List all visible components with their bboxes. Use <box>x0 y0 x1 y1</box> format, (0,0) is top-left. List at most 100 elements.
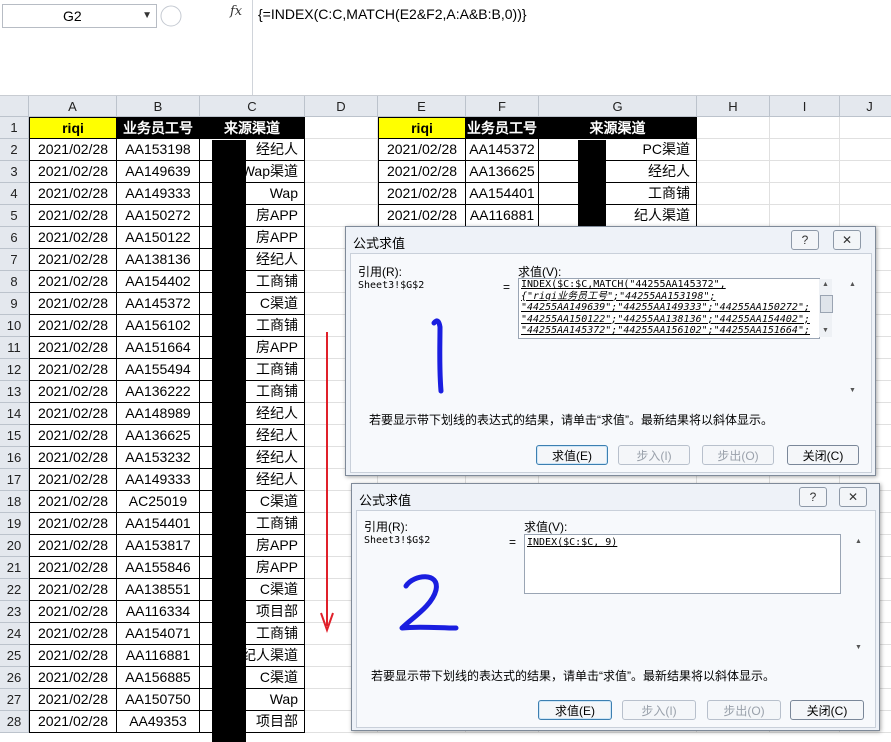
row-header[interactable]: 26 <box>0 667 29 689</box>
table-cell[interactable]: AA154401 <box>117 513 200 535</box>
table-cell[interactable]: 2021/02/28 <box>29 689 117 711</box>
table-cell[interactable]: 2021/02/28 <box>29 293 117 315</box>
table-cell[interactable]: 纪人渠道 <box>539 205 697 227</box>
row-header[interactable]: 25 <box>0 645 29 667</box>
row-header[interactable]: 21 <box>0 557 29 579</box>
grid-cell[interactable] <box>697 205 770 227</box>
table-cell[interactable]: 2021/02/28 <box>29 513 117 535</box>
row-header[interactable]: 6 <box>0 227 29 249</box>
column-header-a[interactable]: A <box>29 96 117 117</box>
row-header[interactable]: 18 <box>0 491 29 513</box>
table-cell[interactable]: 2021/02/28 <box>29 425 117 447</box>
table-cell[interactable]: AA136222 <box>117 381 200 403</box>
table-cell[interactable]: 2021/02/28 <box>378 183 466 205</box>
table-cell[interactable]: AC25019 <box>117 491 200 513</box>
table-cell[interactable]: AA153232 <box>117 447 200 469</box>
evaluate-button[interactable]: 求值(E) <box>536 445 608 465</box>
table-cell[interactable]: 2021/02/28 <box>378 161 466 183</box>
grid-cell[interactable] <box>770 117 840 139</box>
row-header[interactable]: 7 <box>0 249 29 271</box>
formula-bar-resize-handle[interactable] <box>160 5 228 27</box>
grid-cell[interactable] <box>770 161 840 183</box>
column-header-g[interactable]: G <box>539 96 697 117</box>
table-cell[interactable]: 2021/02/28 <box>29 447 117 469</box>
table-cell[interactable]: PC渠道 <box>539 139 697 161</box>
help-button[interactable]: ? <box>799 487 827 507</box>
table-cell[interactable]: 经纪人 <box>539 161 697 183</box>
evaluate-button[interactable]: 求值(E) <box>538 700 612 720</box>
grid-cell[interactable] <box>697 161 770 183</box>
name-box[interactable]: G2 ▼ <box>2 4 157 28</box>
grid-cell[interactable] <box>697 139 770 161</box>
table-cell[interactable]: AA153817 <box>117 535 200 557</box>
table-cell[interactable]: 2021/02/28 <box>29 403 117 425</box>
help-button[interactable]: ? <box>791 230 819 250</box>
table-cell[interactable]: AA151664 <box>117 337 200 359</box>
table-cell[interactable]: 2021/02/28 <box>378 205 466 227</box>
table-cell[interactable]: 2021/02/28 <box>29 579 117 601</box>
row-header[interactable]: 19 <box>0 513 29 535</box>
table-cell[interactable]: 2021/02/28 <box>29 271 117 293</box>
table-cell[interactable]: AA150122 <box>117 227 200 249</box>
step-in-button[interactable]: 步入(I) <box>622 700 696 720</box>
table-cell[interactable]: AA116334 <box>117 601 200 623</box>
grid-cell[interactable] <box>840 205 891 227</box>
table-cell[interactable]: AA145372 <box>117 293 200 315</box>
row-header[interactable]: 5 <box>0 205 29 227</box>
table-cell[interactable]: 2021/02/28 <box>29 491 117 513</box>
table-cell[interactable]: AA149639 <box>117 161 200 183</box>
table-cell[interactable]: AA136625 <box>117 425 200 447</box>
column-header-j[interactable]: J <box>840 96 891 117</box>
grid-cell[interactable] <box>840 161 891 183</box>
row-header[interactable]: 2 <box>0 139 29 161</box>
evaluation-box[interactable]: INDEX($C:$C, 9) <box>524 534 841 594</box>
row-header[interactable]: 17 <box>0 469 29 491</box>
table-cell[interactable]: 2021/02/28 <box>29 161 117 183</box>
table-cell[interactable]: 2021/02/28 <box>29 623 117 645</box>
grid-cell[interactable] <box>840 183 891 205</box>
row-header[interactable]: 3 <box>0 161 29 183</box>
table-cell[interactable]: 2021/02/28 <box>29 557 117 579</box>
grid-cell[interactable] <box>305 139 378 161</box>
row-header[interactable]: 9 <box>0 293 29 315</box>
table-cell[interactable]: 2021/02/28 <box>29 601 117 623</box>
dialog-scrollbar[interactable]: ▲ ▼ <box>846 279 859 397</box>
row-header[interactable]: 14 <box>0 403 29 425</box>
row-header[interactable]: 22 <box>0 579 29 601</box>
grid-cell[interactable] <box>305 205 378 227</box>
row-header[interactable]: 27 <box>0 689 29 711</box>
table-cell[interactable]: 2021/02/28 <box>29 315 117 337</box>
table-cell[interactable]: AA148989 <box>117 403 200 425</box>
step-in-button[interactable]: 步入(I) <box>618 445 690 465</box>
row-header[interactable]: 24 <box>0 623 29 645</box>
table-cell[interactable]: AA155846 <box>117 557 200 579</box>
table-cell[interactable]: AA136625 <box>466 161 539 183</box>
table-cell[interactable]: AA156885 <box>117 667 200 689</box>
row-header[interactable]: 8 <box>0 271 29 293</box>
dialog-scrollbar[interactable]: ▲ ▼ <box>852 536 865 654</box>
table-cell[interactable]: AA116881 <box>117 645 200 667</box>
table-cell[interactable]: AA155494 <box>117 359 200 381</box>
table-cell[interactable]: 2021/02/28 <box>29 359 117 381</box>
table-cell[interactable]: AA145372 <box>466 139 539 161</box>
table-cell[interactable]: 2021/02/28 <box>29 711 117 733</box>
row-header[interactable]: 1 <box>0 117 29 139</box>
row-header[interactable]: 28 <box>0 711 29 733</box>
table-cell[interactable]: 2021/02/28 <box>378 139 466 161</box>
table-cell[interactable]: AA154402 <box>117 271 200 293</box>
row-header[interactable]: 15 <box>0 425 29 447</box>
column-header-b[interactable]: B <box>117 96 200 117</box>
table-cell[interactable]: 工商铺 <box>539 183 697 205</box>
column-header-f[interactable]: F <box>466 96 539 117</box>
chevron-down-icon[interactable]: ▼ <box>142 5 152 27</box>
table-cell[interactable]: AA138136 <box>117 249 200 271</box>
row-header[interactable]: 16 <box>0 447 29 469</box>
table-cell[interactable]: 2021/02/28 <box>29 205 117 227</box>
column-header-d[interactable]: D <box>305 96 378 117</box>
table-header-cell[interactable]: 业务员工号 <box>117 117 200 139</box>
grid-cell[interactable] <box>770 183 840 205</box>
grid-cell[interactable] <box>697 117 770 139</box>
table-cell[interactable]: AA153198 <box>117 139 200 161</box>
row-header[interactable]: 4 <box>0 183 29 205</box>
scroll-down-icon[interactable]: ▼ <box>852 642 865 654</box>
